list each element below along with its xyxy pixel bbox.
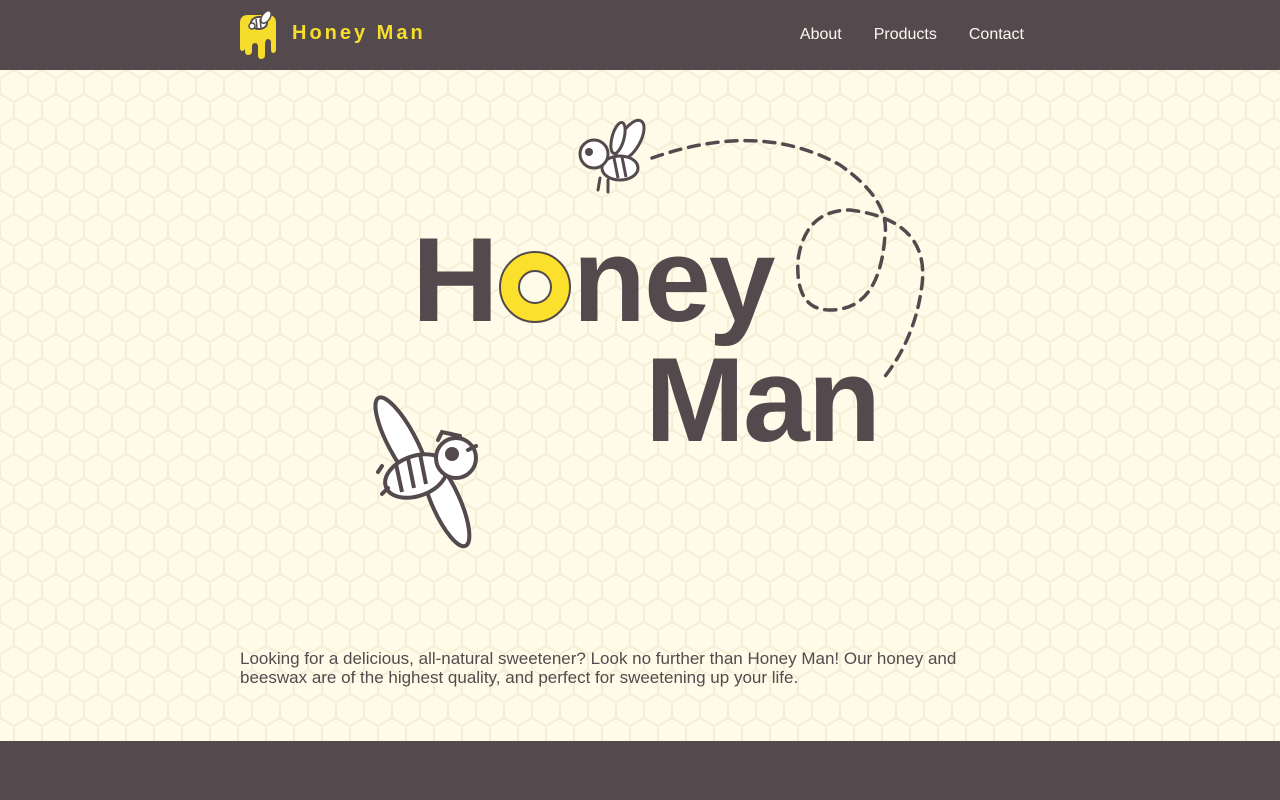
title-letter-h: H bbox=[412, 213, 499, 347]
hero-title-line1: Hney bbox=[412, 220, 775, 340]
main-nav: About Products Contact bbox=[800, 25, 1024, 45]
brand-name[interactable]: Honey Man bbox=[292, 22, 426, 45]
bee-large-icon bbox=[373, 395, 478, 549]
honey-bee-logo-icon[interactable] bbox=[238, 9, 278, 61]
honey-o-letter bbox=[498, 251, 571, 323]
hero-section: Hney Man Looking for a delicious, all-na… bbox=[0, 70, 1280, 741]
title-rest: ney bbox=[572, 213, 776, 347]
hero-title-line2: Man bbox=[645, 333, 881, 467]
bee-small-icon bbox=[578, 118, 646, 194]
hero-description: Looking for a delicious, all-natural swe… bbox=[240, 649, 957, 687]
nav-about[interactable]: About bbox=[800, 25, 842, 45]
nav-products[interactable]: Products bbox=[874, 25, 937, 45]
site-header: Honey Man About Products Contact bbox=[0, 0, 1280, 70]
hero-illustration bbox=[373, 118, 925, 549]
site-footer bbox=[0, 741, 1280, 800]
nav-contact[interactable]: Contact bbox=[969, 25, 1024, 45]
